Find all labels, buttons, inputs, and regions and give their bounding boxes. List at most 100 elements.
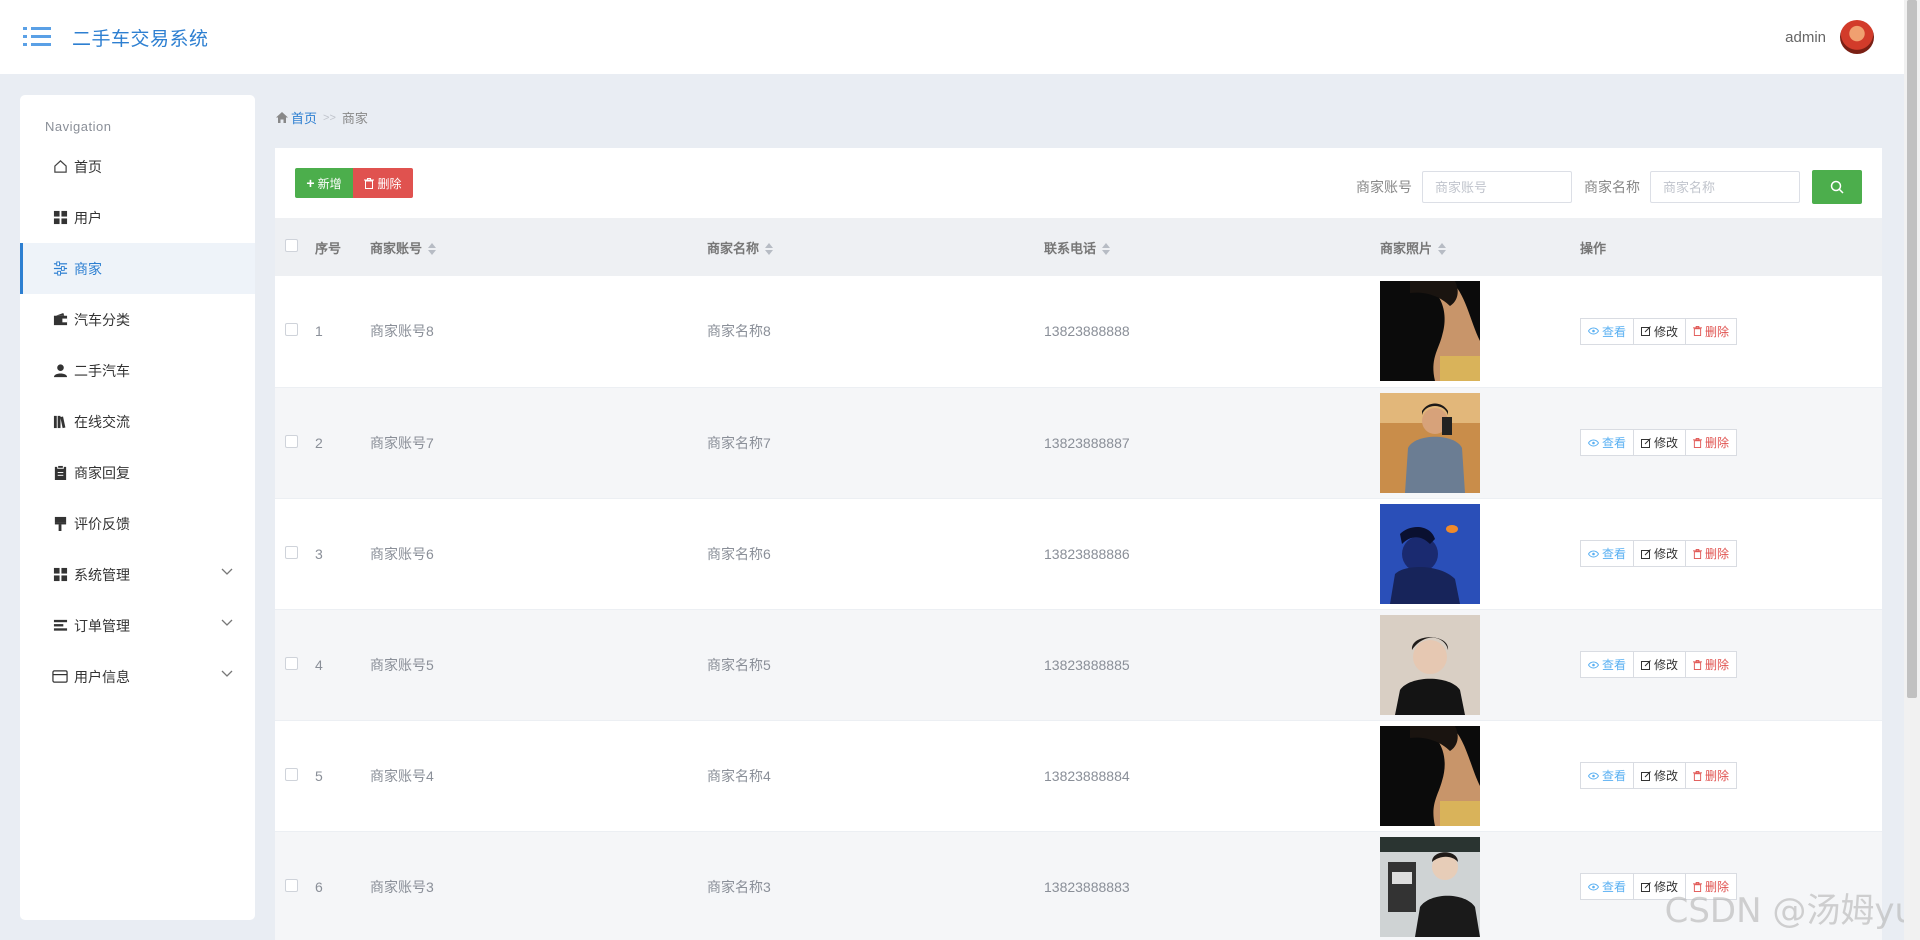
row-checkbox[interactable] [285, 767, 298, 781]
table-row: 1 商家账号8 商家名称8 13823888888 查看 修改 删除 [275, 276, 1882, 387]
sidebar-item-home[interactable]: 首页 [20, 141, 255, 192]
username[interactable]: admin [1785, 29, 1826, 46]
merchant-photo[interactable] [1380, 503, 1480, 604]
eye-icon [1588, 772, 1599, 780]
select-all-checkbox[interactable] [285, 239, 298, 252]
view-button[interactable]: 查看 [1580, 429, 1635, 456]
card-icon [52, 669, 68, 685]
grid-icon [52, 210, 68, 226]
remove-button[interactable]: 删除 [1686, 540, 1738, 567]
row-checkbox[interactable] [285, 656, 298, 670]
col-header-photo-label: 商家照片 [1380, 240, 1433, 256]
col-header-actions: 操作 [1580, 240, 1607, 256]
row-checkbox[interactable] [285, 545, 298, 559]
sidebar-item-car-category[interactable]: 汽车分类 [20, 294, 255, 345]
sliders-icon [52, 261, 68, 277]
cell-photo [1380, 498, 1580, 609]
sidebar-item-merchant-reply[interactable]: 商家回复 [20, 447, 255, 498]
sidebar-item-label: 商家回复 [74, 464, 130, 481]
sidebar-item-label: 系统管理 [74, 566, 130, 583]
watermark: CSDN @汤姆yu [1664, 891, 1916, 931]
cell-phone: 13823888886 [1044, 545, 1130, 562]
sidebar-item-label: 在线交流 [74, 413, 130, 430]
remove-button-label: 删除 [1705, 547, 1730, 561]
edit-button[interactable]: 修改 [1634, 762, 1687, 789]
remove-button[interactable]: 删除 [1686, 762, 1738, 789]
remove-button[interactable]: 删除 [1686, 651, 1738, 678]
search-button[interactable] [1812, 170, 1862, 204]
app-title: 二手车交易系统 [72, 28, 209, 50]
eye-icon [1588, 883, 1599, 891]
view-button[interactable]: 查看 [1580, 651, 1635, 678]
merchant-table: 序号 商家账号 商家名称 联系电话 商家照片 操作 1 商家账号8 商家名称8 … [275, 218, 1882, 940]
cell-account: 商家账号5 [370, 656, 434, 673]
cell-phone: 13823888887 [1044, 434, 1130, 451]
merchant-photo[interactable] [1380, 836, 1480, 937]
delete-button[interactable]: 删除 [353, 168, 413, 198]
view-button-label: 查看 [1602, 769, 1627, 783]
merchant-photo[interactable] [1380, 725, 1480, 826]
sort-icon[interactable] [428, 243, 437, 256]
view-button[interactable]: 查看 [1580, 540, 1635, 567]
sort-icon[interactable] [1438, 243, 1447, 256]
sidebar-item-feedback[interactable]: 评价反馈 [20, 498, 255, 549]
merchant-photo[interactable] [1380, 281, 1480, 382]
col-header-account[interactable]: 商家账号 [370, 218, 707, 276]
remove-button-label: 删除 [1705, 436, 1730, 450]
edit-button-label: 修改 [1654, 658, 1679, 672]
sidebar-item-user-info[interactable]: 用户信息 [20, 651, 255, 702]
cell-actions: 查看 修改 删除 [1580, 720, 1882, 831]
merchant-photo[interactable] [1380, 614, 1480, 715]
home-icon [52, 159, 68, 175]
search-name-input[interactable] [1650, 171, 1800, 203]
scrollbar-thumb[interactable] [1907, 0, 1917, 698]
row-checkbox[interactable] [285, 878, 298, 892]
edit-button[interactable]: 修改 [1634, 651, 1687, 678]
sidebar-item-system-management[interactable]: 系统管理 [20, 549, 255, 600]
cell-index: 3 [315, 545, 323, 562]
view-button[interactable]: 查看 [1580, 873, 1635, 900]
brush-icon [52, 516, 68, 532]
delete-button-label: 删除 [377, 176, 402, 191]
cell-actions: 查看 修改 删除 [1580, 498, 1882, 609]
breadcrumb-home[interactable]: 首页 [276, 108, 317, 127]
sidebar-item-used-cars[interactable]: 二手汽车 [20, 345, 255, 396]
menu-toggle-icon[interactable] [23, 26, 51, 48]
eye-icon [1588, 550, 1599, 558]
view-button[interactable]: 查看 [1580, 762, 1635, 789]
row-checkbox[interactable] [285, 323, 298, 337]
merchant-photo[interactable] [1380, 392, 1480, 493]
page-scrollbar[interactable] [1904, 0, 1920, 940]
sort-icon[interactable] [1102, 243, 1111, 256]
edit-button[interactable]: 修改 [1634, 317, 1687, 345]
sort-icon[interactable] [765, 243, 774, 256]
cell-index: 1 [315, 323, 323, 340]
sidebar-item-label: 汽车分类 [74, 311, 130, 328]
edit-button[interactable]: 修改 [1634, 540, 1687, 567]
top-header: 二手车交易系统 admin [0, 0, 1904, 74]
add-button[interactable]: + 新增 [295, 168, 353, 198]
edit-button[interactable]: 修改 [1634, 429, 1687, 456]
sidebar-item-label: 订单管理 [74, 617, 130, 634]
search-account-input[interactable] [1422, 171, 1572, 203]
view-button[interactable]: 查看 [1580, 317, 1635, 345]
cell-name: 商家名称5 [707, 656, 771, 673]
remove-button[interactable]: 删除 [1686, 429, 1738, 456]
row-checkbox[interactable] [285, 434, 298, 448]
col-header-name[interactable]: 商家名称 [707, 218, 1044, 276]
add-button-label: 新增 [317, 176, 342, 191]
edit-icon [1641, 659, 1651, 670]
sidebar-item-order-management[interactable]: 订单管理 [20, 600, 255, 651]
cell-phone: 13823888885 [1044, 656, 1130, 673]
col-header-phone[interactable]: 联系电话 [1044, 218, 1380, 276]
cell-name: 商家名称7 [707, 434, 771, 451]
avatar[interactable] [1840, 20, 1874, 54]
remove-button[interactable]: 删除 [1686, 317, 1738, 345]
edit-button-label: 修改 [1654, 769, 1679, 783]
sidebar-item-users[interactable]: 用户 [20, 192, 255, 243]
sidebar-item-online-chat[interactable]: 在线交流 [20, 396, 255, 447]
col-header-photo[interactable]: 商家照片 [1380, 218, 1580, 276]
edit-icon [1641, 437, 1651, 448]
sidebar-item-merchant[interactable]: 商家 [20, 243, 255, 294]
cell-index: 6 [315, 878, 323, 895]
